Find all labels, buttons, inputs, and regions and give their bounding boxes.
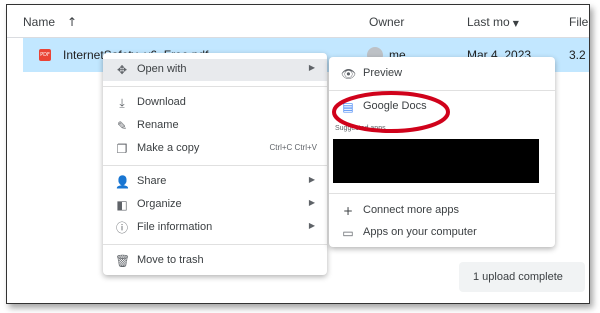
pdf-file-icon: PDF: [39, 49, 51, 61]
download-icon: ⤓: [119, 96, 125, 110]
edit-icon: ✎: [116, 119, 128, 133]
submenu-connect-more-apps[interactable]: + Connect more apps: [329, 200, 555, 222]
person-add-icon: 👤: [115, 175, 130, 189]
upload-toast: 1 upload complete: [459, 262, 585, 292]
redacted-apps-block: [333, 139, 539, 183]
copy-icon: ❐: [116, 142, 128, 156]
submenu-google-docs[interactable]: ▤ Google Docs: [329, 96, 555, 118]
menu-rename[interactable]: ✎ Rename: [103, 115, 327, 137]
divider: [103, 244, 327, 245]
computer-icon: ▭: [342, 226, 354, 240]
divider: [329, 90, 555, 91]
divider: [329, 193, 555, 194]
menu-download[interactable]: ⤓ Download: [103, 92, 327, 114]
trash-icon: 🗑: [115, 254, 131, 268]
owner-column-header[interactable]: Owner: [369, 15, 404, 29]
eye-icon: 👁: [341, 67, 357, 81]
folder-icon: ◧: [116, 198, 128, 212]
context-menu: ✥ Open with ▶ ⤓ Download ✎ Rename ❐ Make…: [103, 53, 327, 275]
submenu-arrow-icon: ▶: [308, 175, 315, 184]
google-docs-icon: ▤: [342, 100, 354, 114]
divider: [103, 86, 327, 87]
sort-arrow-up-icon[interactable]: ↑: [67, 15, 77, 29]
menu-organize[interactable]: ◧ Organize ▶: [103, 194, 327, 216]
file-list-header: Name ↑ Owner Last mo ▼ File: [7, 5, 589, 38]
file-size: 3.2: [569, 48, 586, 62]
last-modified-column-header[interactable]: Last mo ▼: [467, 15, 519, 29]
move-icon: ✥: [116, 63, 128, 77]
menu-make-copy[interactable]: ❐ Make a copy Ctrl+C Ctrl+V: [103, 138, 327, 160]
plus-icon: +: [342, 204, 354, 218]
submenu-apps-on-computer[interactable]: ▭ Apps on your computer: [329, 222, 555, 244]
submenu-preview[interactable]: 👁 Preview: [329, 63, 555, 85]
copy-shortcut: Ctrl+C Ctrl+V: [269, 143, 317, 152]
menu-share[interactable]: 👤 Share ▶: [103, 171, 327, 193]
menu-file-information[interactable]: ⓘ File information ▶: [103, 217, 327, 239]
file-size-column-header[interactable]: File: [569, 15, 588, 29]
menu-move-to-trash[interactable]: 🗑 Move to trash: [103, 250, 327, 272]
submenu-arrow-icon: ▶: [308, 198, 315, 207]
info-icon: ⓘ: [115, 221, 128, 235]
drive-window: Name ↑ Owner Last mo▼ File PDF InternetS…: [6, 4, 590, 304]
menu-open-with[interactable]: ✥ Open with ▶: [103, 59, 327, 81]
open-with-submenu: 👁 Preview ▤ Google Docs Suggested apps +…: [329, 57, 555, 247]
name-column-header[interactable]: Name: [23, 15, 55, 29]
chevron-down-icon: ▼: [512, 19, 519, 28]
submenu-arrow-icon: ▶: [308, 221, 315, 230]
submenu-arrow-icon: ▶: [308, 63, 315, 72]
suggested-apps-label: Suggested apps: [335, 125, 386, 132]
divider: [103, 165, 327, 166]
